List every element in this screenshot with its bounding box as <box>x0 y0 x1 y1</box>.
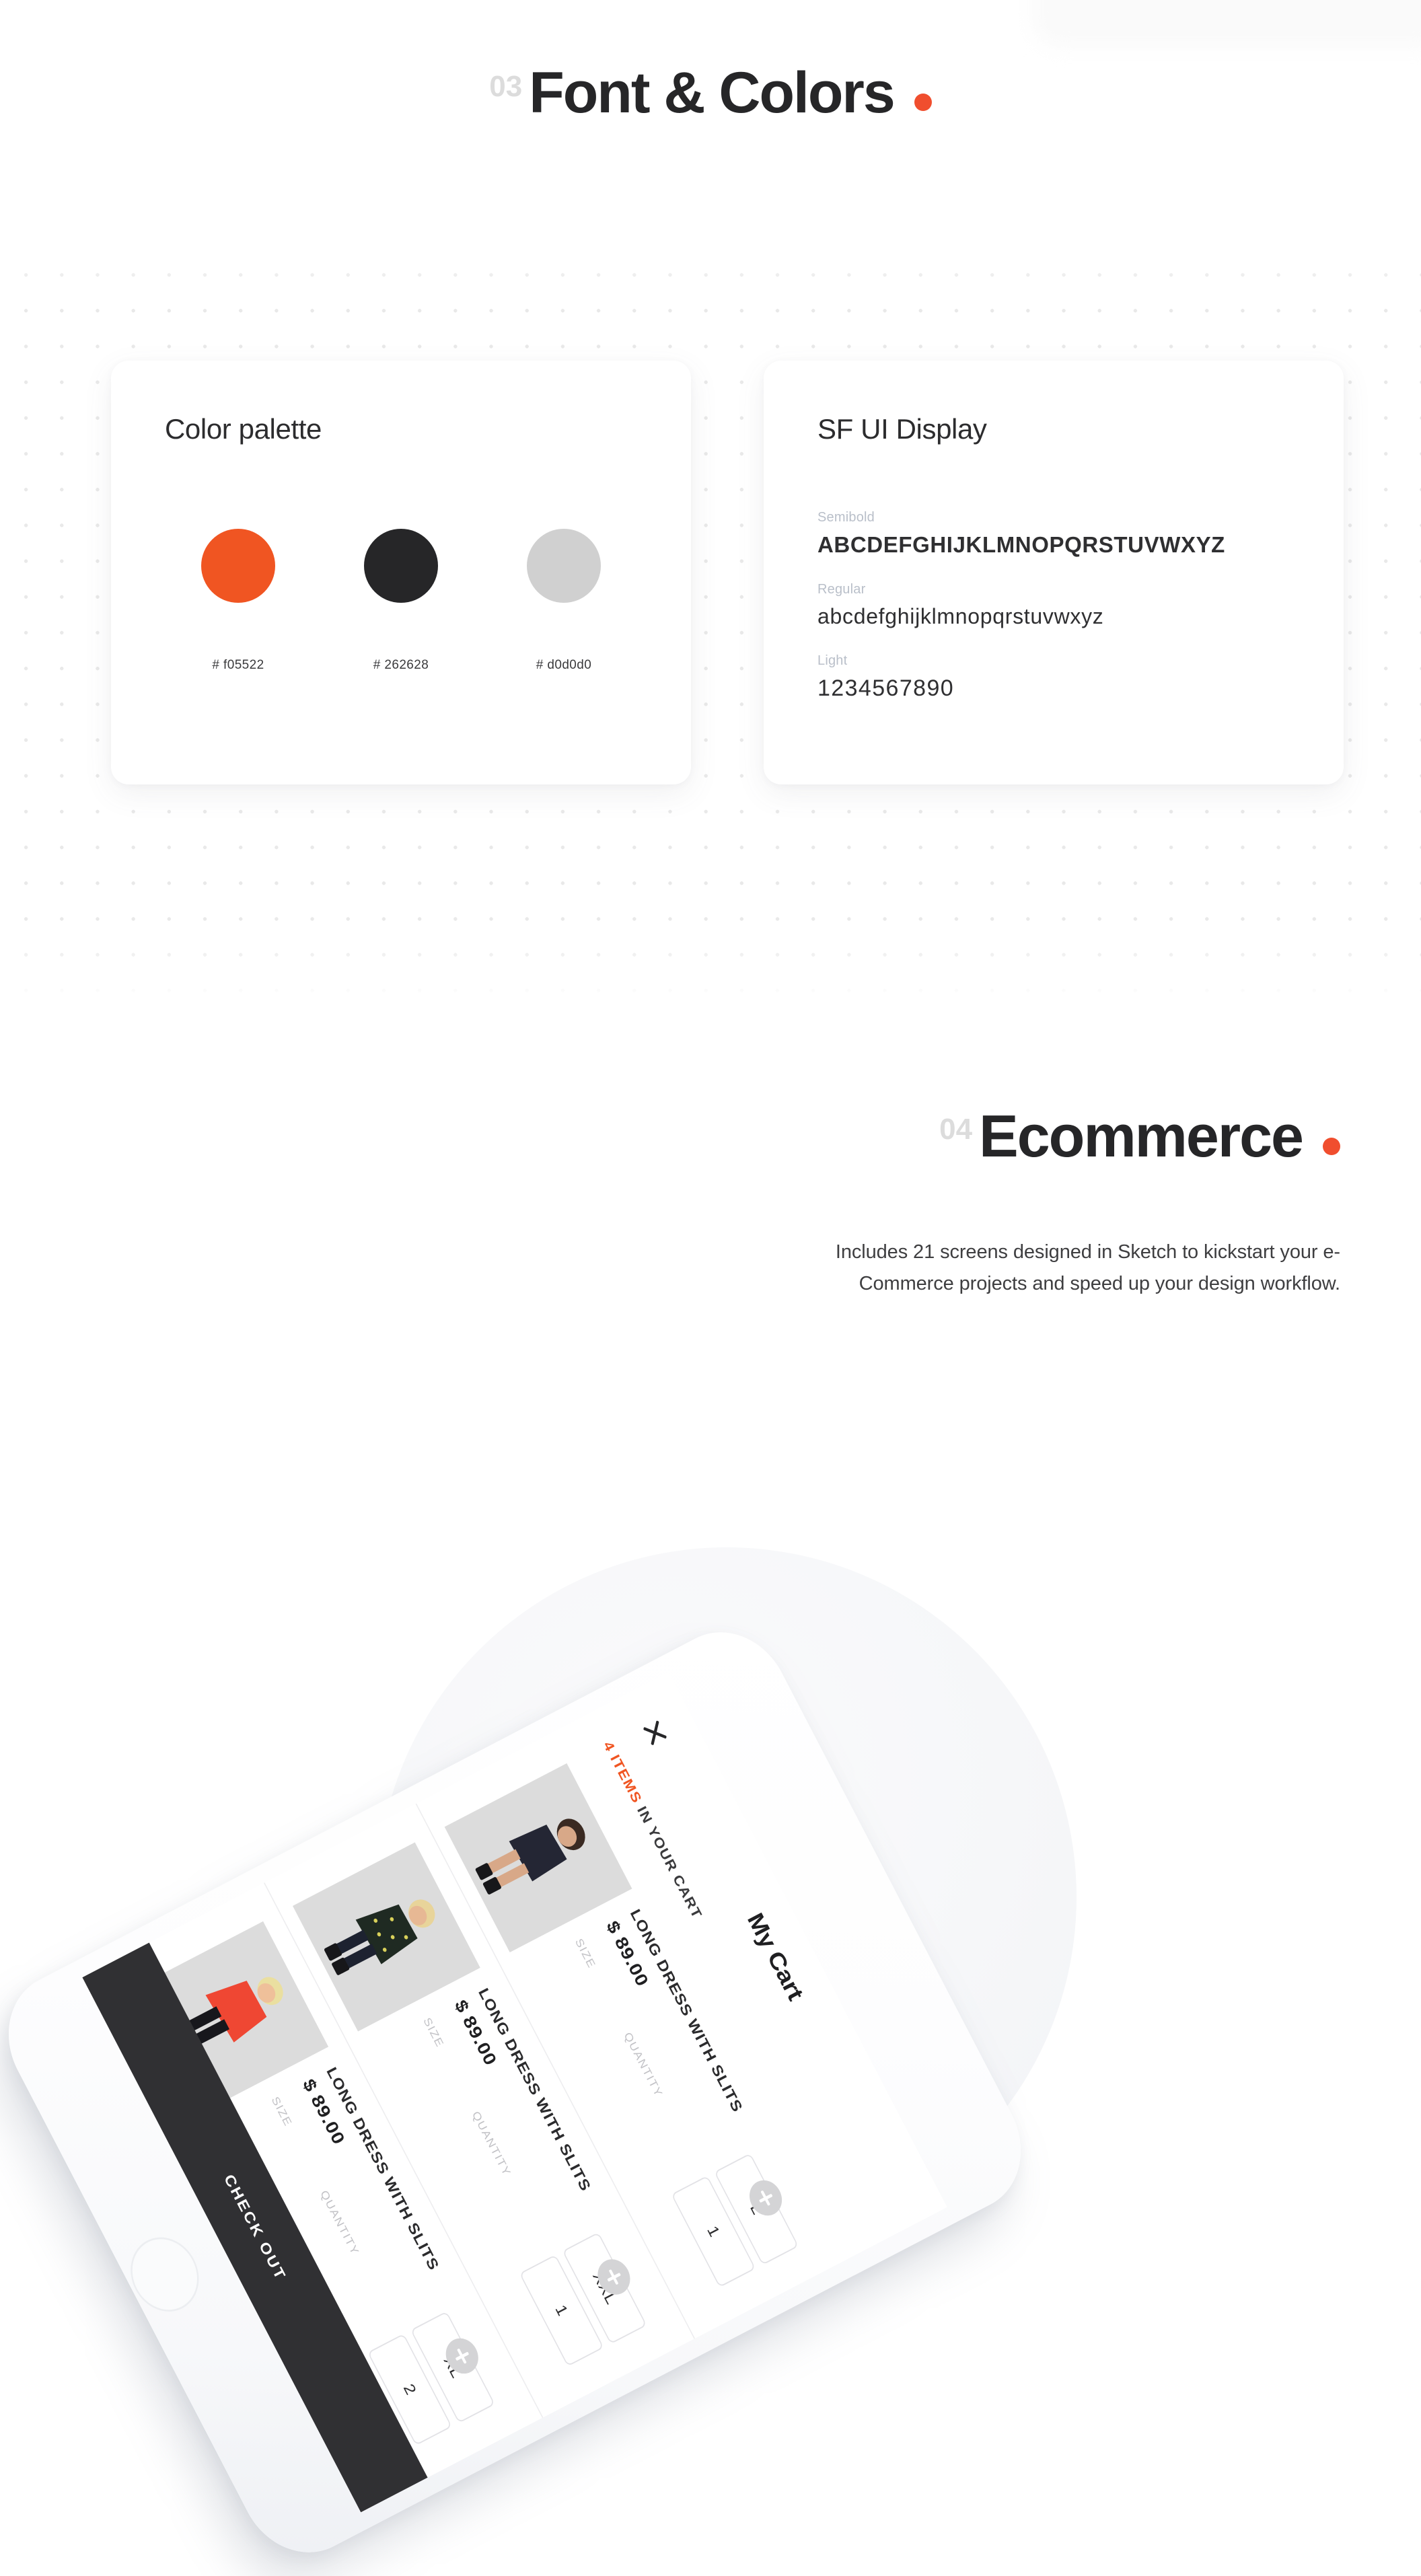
swatch-hex-label: # 262628 <box>373 658 429 672</box>
specimen-weight-label: Light <box>817 653 848 668</box>
specimen-item: Light 1234567890 <box>817 653 1315 702</box>
quantity-label: QUANTITY <box>621 2030 665 2100</box>
quantity-label: QUANTITY <box>318 2188 361 2258</box>
quantity-label: QUANTITY <box>469 2109 513 2178</box>
size-label: SIZE <box>268 2094 295 2129</box>
product-controls: XXL 1 <box>519 2232 647 2367</box>
color-swatch-primary <box>201 529 275 603</box>
product-controls: L 1 <box>671 2153 799 2288</box>
ecommerce-description: Includes 21 screens designed in Sketch t… <box>835 1241 1340 1294</box>
accent-dot-icon <box>914 94 932 111</box>
section-number: 03 <box>489 70 523 103</box>
swatch-item: # 262628 <box>320 529 482 673</box>
typography-card-title: SF UI Display <box>817 413 987 445</box>
section-header-ecommerce: 04 Ecommerce <box>0 1107 1421 1166</box>
product-info: LONG DRESS WITH SLITS $ 89.00 SIZE QUANT… <box>572 1907 746 2131</box>
size-label: SIZE <box>421 2016 446 2050</box>
specimen-item: Regular abcdefghijklmnopqrstuvwxyz <box>817 582 1315 629</box>
section-title: Font & Colors <box>529 61 895 125</box>
swatch-hex-label: # f05522 <box>212 658 264 672</box>
color-swatch-gray <box>527 529 601 603</box>
swatch-list: # f05522 # 262628 # d0d0d0 <box>157 529 645 673</box>
color-palette-card: Color palette # f05522 # 262628 # d0d0d0 <box>111 361 691 784</box>
swatch-item: # f05522 <box>157 529 320 673</box>
typography-card: SF UI Display Semibold ABCDEFGHIJKLMNOPQ… <box>764 361 1344 784</box>
swatch-item: # d0d0d0 <box>482 529 645 673</box>
specimen-sample-uppercase: ABCDEFGHIJKLMNOPQRSTUVWXYZ <box>817 532 1225 557</box>
specimen-weight-label: Semibold <box>817 510 875 525</box>
color-swatch-dark <box>364 529 438 603</box>
cards-row: Color palette # f05522 # 262628 # d0d0d0… <box>0 361 1421 791</box>
specimen-weight-label: Regular <box>817 582 866 597</box>
specimen-list: Semibold ABCDEFGHIJKLMNOPQRSTUVWXYZ Regu… <box>817 510 1315 726</box>
palette-card-title: Color palette <box>165 413 322 445</box>
swatch-hex-label: # d0d0d0 <box>536 658 592 672</box>
section-title: Ecommerce <box>979 1103 1304 1169</box>
phone-mockup-scene: My Cart 4 ITEMS IN YOUR CART LONG DRESS … <box>0 1403 1421 2576</box>
section-header-font-colors: 03 Font & Colors <box>0 64 1421 122</box>
background-bleed-shape <box>1033 0 1421 47</box>
accent-dot-icon <box>1323 1138 1340 1155</box>
size-label: SIZE <box>572 1936 598 1971</box>
specimen-sample-numerals: 1234567890 <box>817 675 955 701</box>
specimen-item: Semibold ABCDEFGHIJKLMNOPQRSTUVWXYZ <box>817 510 1315 558</box>
specimen-sample-lowercase: abcdefghijklmnopqrstuvwxyz <box>817 604 1104 628</box>
section-number: 04 <box>939 1113 973 1146</box>
